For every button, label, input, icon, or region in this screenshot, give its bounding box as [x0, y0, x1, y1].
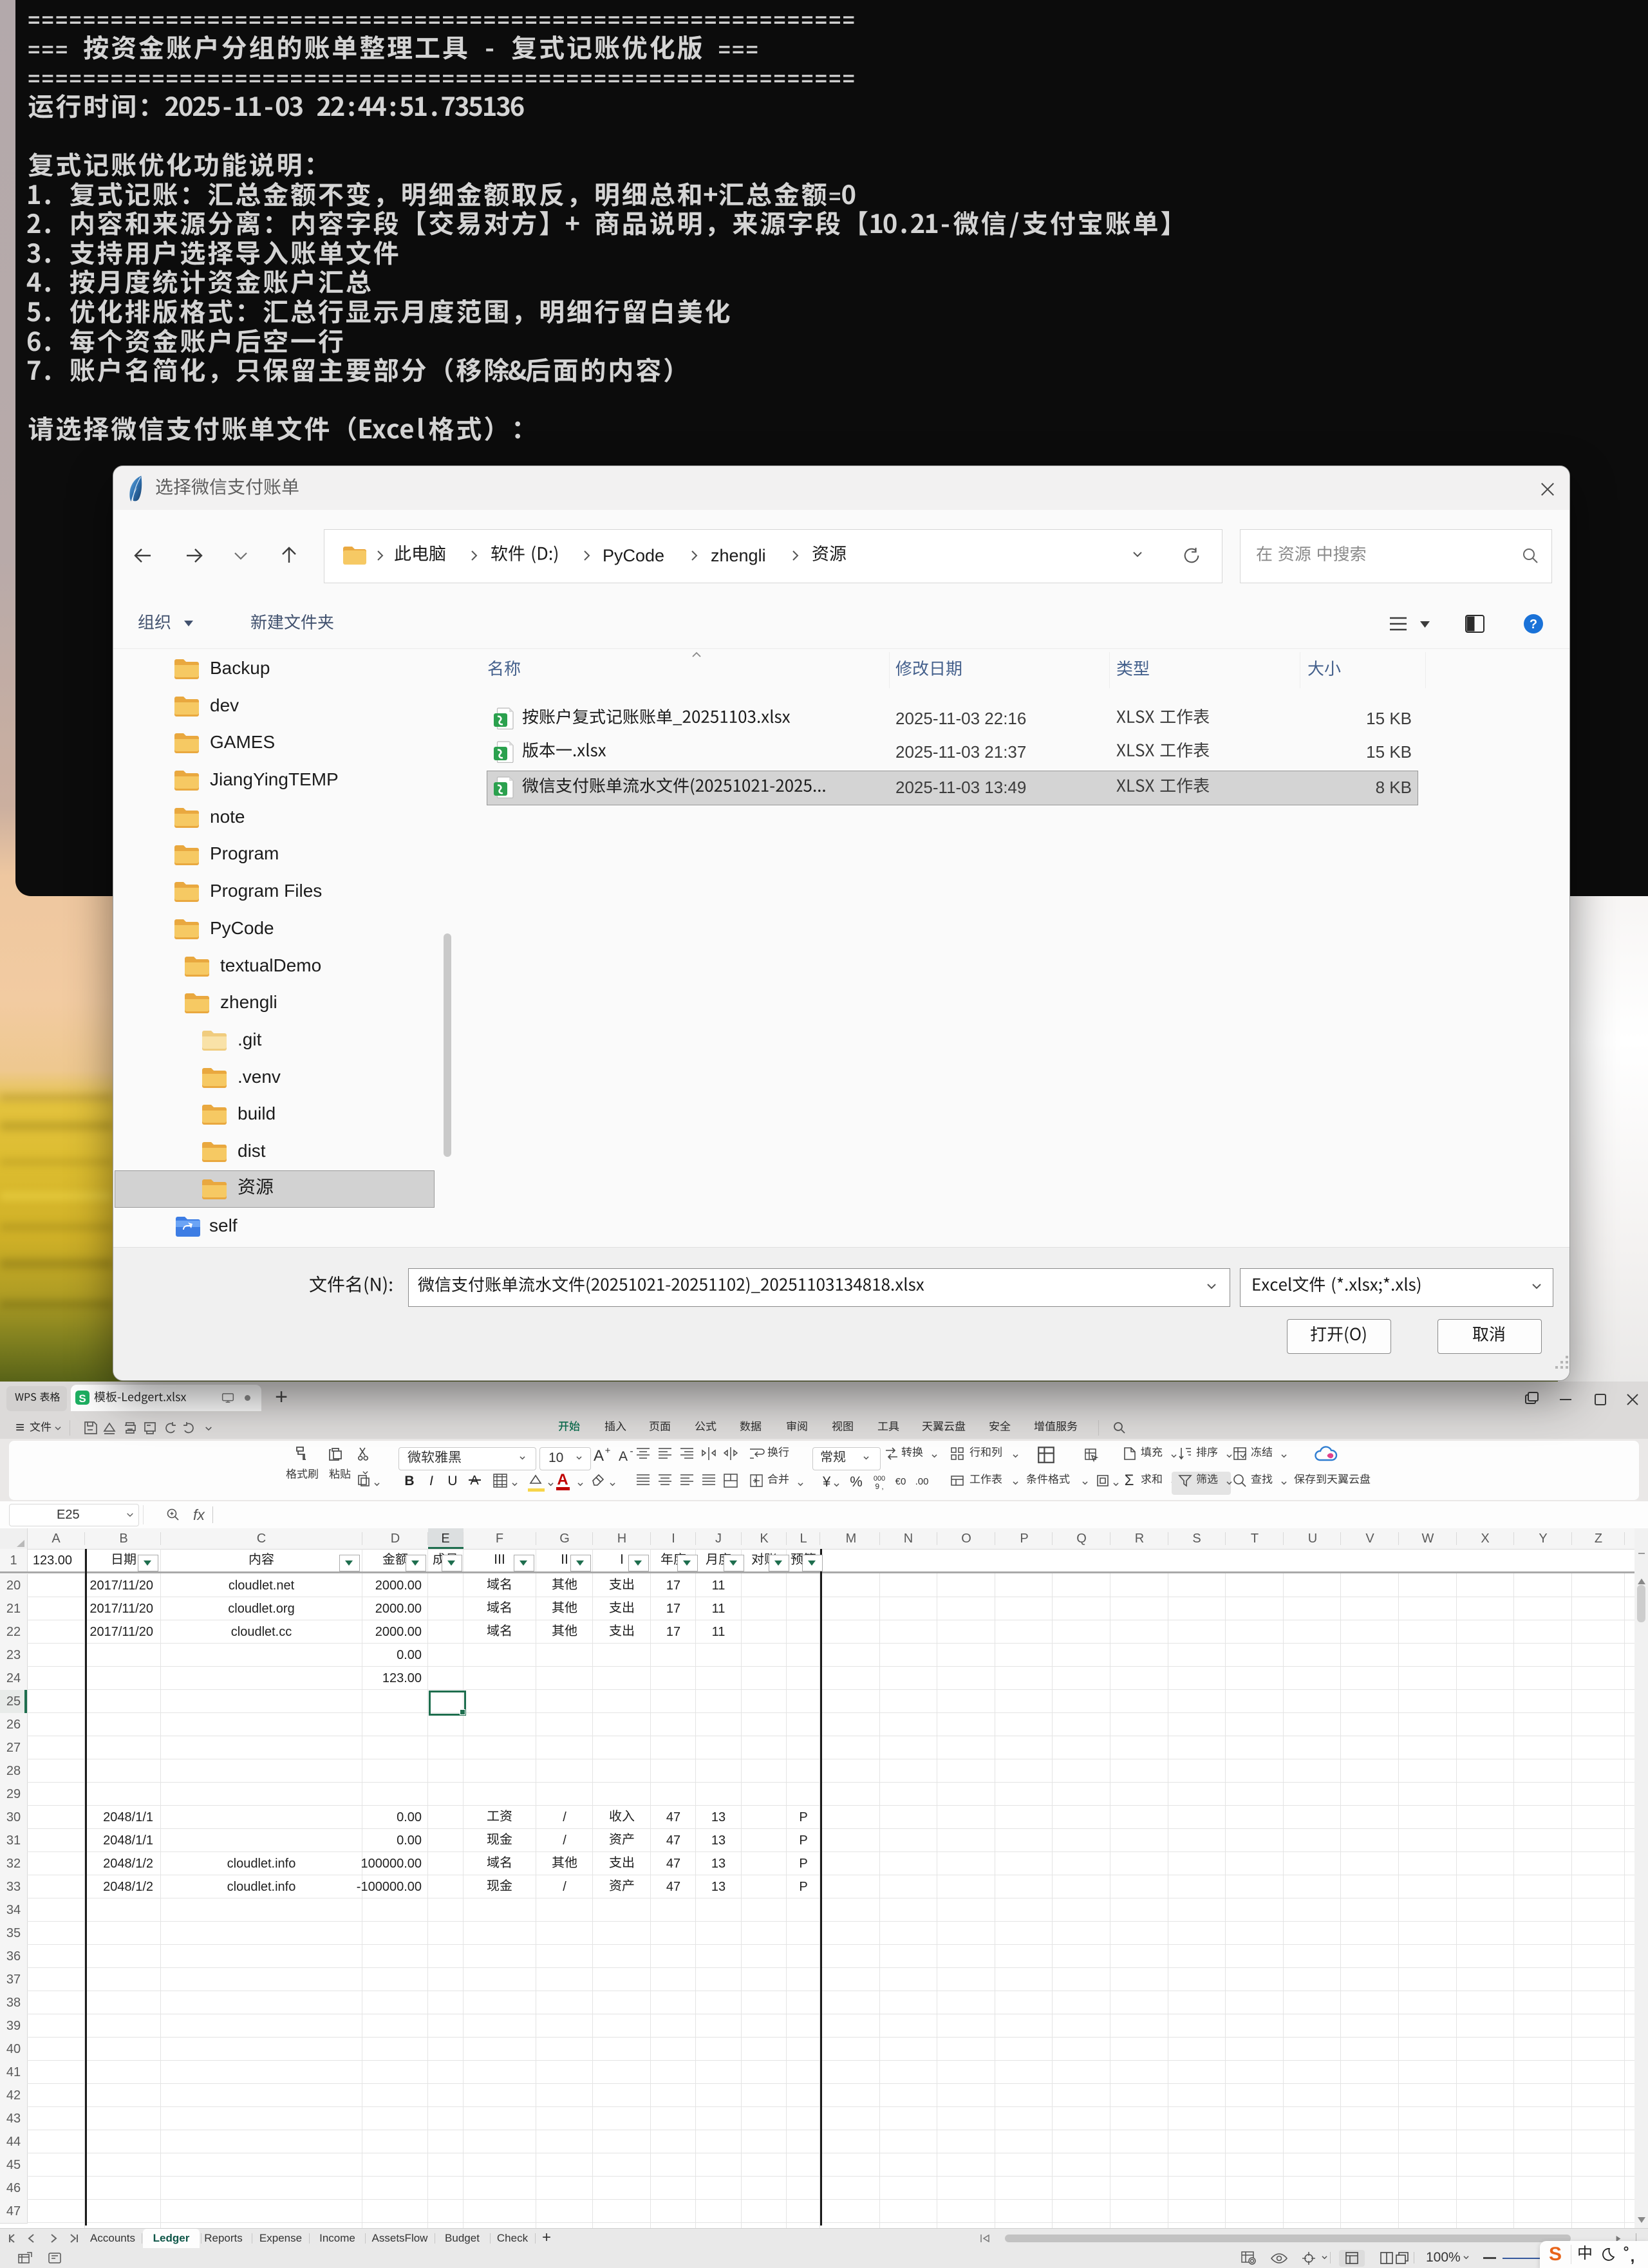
- svg-text:?: ?: [1530, 617, 1537, 632]
